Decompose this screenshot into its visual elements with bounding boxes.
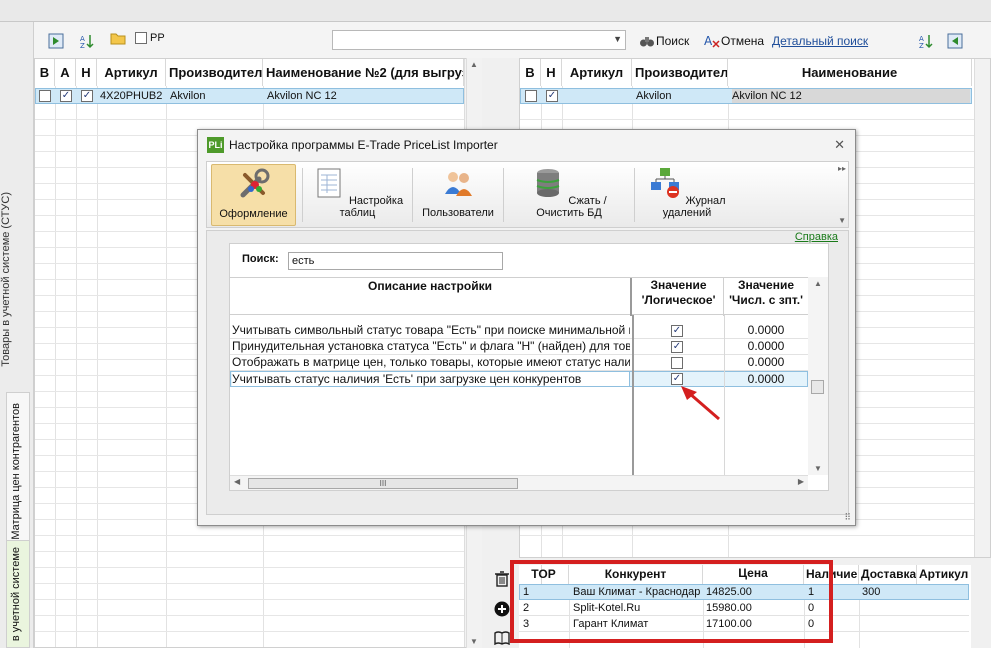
table-document-icon [317,168,341,198]
table-row[interactable]: Учитывать символьный статус товара "Есть… [230,323,808,339]
row-bool-checkbox[interactable] [671,357,683,369]
row-checkbox-n[interactable]: ✓ [546,90,558,102]
ribbon-table-settings[interactable]: Настройка таблиц [305,164,410,226]
table-row[interactable]: Отображать в матрице цен, только товары,… [230,355,808,371]
right-grid-scrollbar[interactable] [974,59,990,557]
col-header-n[interactable]: Н [76,59,97,86]
database-icon [536,169,560,197]
settings-panel: Справка Поиск: есть Описание настройки З… [206,230,849,515]
export-icon[interactable] [48,33,64,49]
row-checkbox-b[interactable] [39,90,51,102]
row-bool-checkbox[interactable]: ✓ [671,325,683,337]
hierarchy-delete-icon [651,168,680,198]
users-icon [445,172,472,196]
red-arrow-annotation [681,386,720,421]
settings-ribbon: Оформление Настройка таблиц Пользователи… [206,161,849,228]
table-row[interactable]: ✓ ✓ 4X20PHUB2 Akvilon Akvilon NC 12 [35,88,464,104]
col-header-manufacturer[interactable]: Производитель [166,59,263,86]
col-header-stock[interactable]: Наличие [804,565,859,584]
row-article: 4X20PHUB2 [100,90,163,102]
ribbon-users[interactable]: Пользователи [415,164,501,226]
dialog-titlebar[interactable]: PLi Настройка программы E-Trade PriceLis… [198,130,855,160]
col-header-top[interactable]: TOP [519,565,569,584]
table-row[interactable]: 2 Split-Kotel.Ru 15980.00 0 [519,600,969,616]
col-header-number[interactable]: Значение 'Числ. с зпт.' [724,278,808,316]
row-manufacturer: Akvilon [636,90,672,102]
tab-products-in-accounting[interactable]: Товары в учетной системе (СТУС) [0,192,12,367]
col-header-manufacturer[interactable]: Производитель [632,59,728,86]
col-header-article[interactable]: Артикул [97,59,166,86]
competitors-grid: TOP Конкурент Цена Наличие Доставка Арти… [519,565,971,648]
col-header-a[interactable]: А [55,59,76,86]
tab-price-matrix[interactable]: Матрица цен контрагентов [6,392,30,562]
sort-az-icon[interactable]: AZ [79,33,95,49]
close-icon[interactable]: ✕ [834,130,845,160]
resize-grip-icon[interactable]: ⠿ [844,512,851,523]
col-header-name[interactable]: Наименование [728,59,972,86]
settings-grid-vscroll[interactable]: ▲ ▼ [808,277,828,475]
app-logo: PLi [207,137,224,153]
col-header-b[interactable]: В [520,59,541,86]
settings-search-input[interactable]: есть [288,252,503,270]
row-checkbox-a[interactable]: ✓ [60,90,72,102]
cancel-filter-icon: A [704,34,720,48]
row-manufacturer: Akvilon [170,90,206,102]
window-top-strip [0,0,991,22]
tab-in-accounting[interactable]: в учетной системе [6,540,30,648]
add-icon[interactable] [494,601,510,617]
col-header-competitor[interactable]: Конкурент [569,565,703,584]
detailed-search-link[interactable]: Детальный поиск [772,34,868,48]
vscroll-thumb[interactable] [811,380,824,394]
settings-grid-hscroll[interactable]: ◀ III ▶ [230,475,808,490]
table-row[interactable]: Принудительная установка статуса "Есть" … [230,339,808,355]
col-header-bool[interactable]: Значение 'Логическое' [634,278,724,316]
col-header-delivery[interactable]: Доставка [859,565,917,584]
svg-text:Z: Z [80,42,85,49]
col-header-article[interactable]: Артикул [917,565,971,584]
col-header-price[interactable]: Цена [703,565,804,584]
col-header-name2[interactable]: Наименование №2 (для выгрузки) [263,59,464,86]
book-icon[interactable] [494,631,510,645]
ribbon-delete-log[interactable]: Журнал удалений [637,164,737,226]
import-icon[interactable] [947,33,963,49]
dialog-title: Настройка программы E-Trade PriceList Im… [229,138,498,152]
filter-combobox[interactable]: ▼ [332,30,626,50]
main-toolbar: AZ PP ▼ Поиск A Отмена Детальный поиск A… [34,22,991,58]
pp-label: PP [150,32,165,44]
svg-text:A: A [704,34,713,48]
folder-open-icon[interactable] [110,30,126,46]
settings-grid-wrapper: Поиск: есть Описание настройки Значение '… [229,243,829,491]
ribbon-appearance[interactable]: Оформление [211,164,296,226]
ribbon-scroll-down-icon[interactable]: ▼ [838,216,846,225]
col-header-article[interactable]: Артикул [562,59,632,86]
left-tab-strip: Товары в учетной системе (СТУС) Матрица … [0,22,34,648]
row-name2: Akvilon NC 12 [267,90,337,102]
pp-checkbox[interactable] [135,32,147,44]
chevron-down-icon[interactable]: ▼ [613,34,622,44]
svg-text:Z: Z [919,42,924,49]
binoculars-icon [640,37,654,47]
search-label: Поиск: [242,253,279,265]
trash-icon[interactable] [494,571,510,587]
ribbon-scroll-up-icon[interactable]: ▸▸ [838,164,846,173]
settings-grid-header: Описание настройки Значение 'Логическое' … [230,277,828,316]
row-checkbox-n[interactable]: ✓ [81,90,93,102]
table-row[interactable]: 3 Гарант Климат 17100.00 0 [519,616,969,632]
help-link[interactable]: Справка [795,231,838,243]
row-bool-checkbox[interactable]: ✓ [671,341,683,353]
col-header-description[interactable]: Описание настройки [230,278,632,316]
row-checkbox-b[interactable] [525,90,537,102]
settings-dialog: PLi Настройка программы E-Trade PriceLis… [197,129,856,526]
ribbon-compress-db[interactable]: Сжать / Очистить БД [506,164,632,226]
sort-az-right-icon[interactable]: AZ [918,33,934,49]
row-name: Akvilon NC 12 [732,89,970,103]
table-row[interactable]: ✓ Akvilon Akvilon NC 12 [520,88,972,104]
search-button[interactable]: Поиск [656,34,689,48]
cancel-button[interactable]: Отмена [721,34,764,48]
col-header-n[interactable]: Н [541,59,562,86]
table-row[interactable]: 1 Ваш Климат - Краснодар 14825.00 1 300 [519,584,969,600]
brush-wrench-icon [240,168,269,198]
col-header-b[interactable]: В [35,59,55,86]
hscroll-thumb[interactable]: III [248,478,518,489]
